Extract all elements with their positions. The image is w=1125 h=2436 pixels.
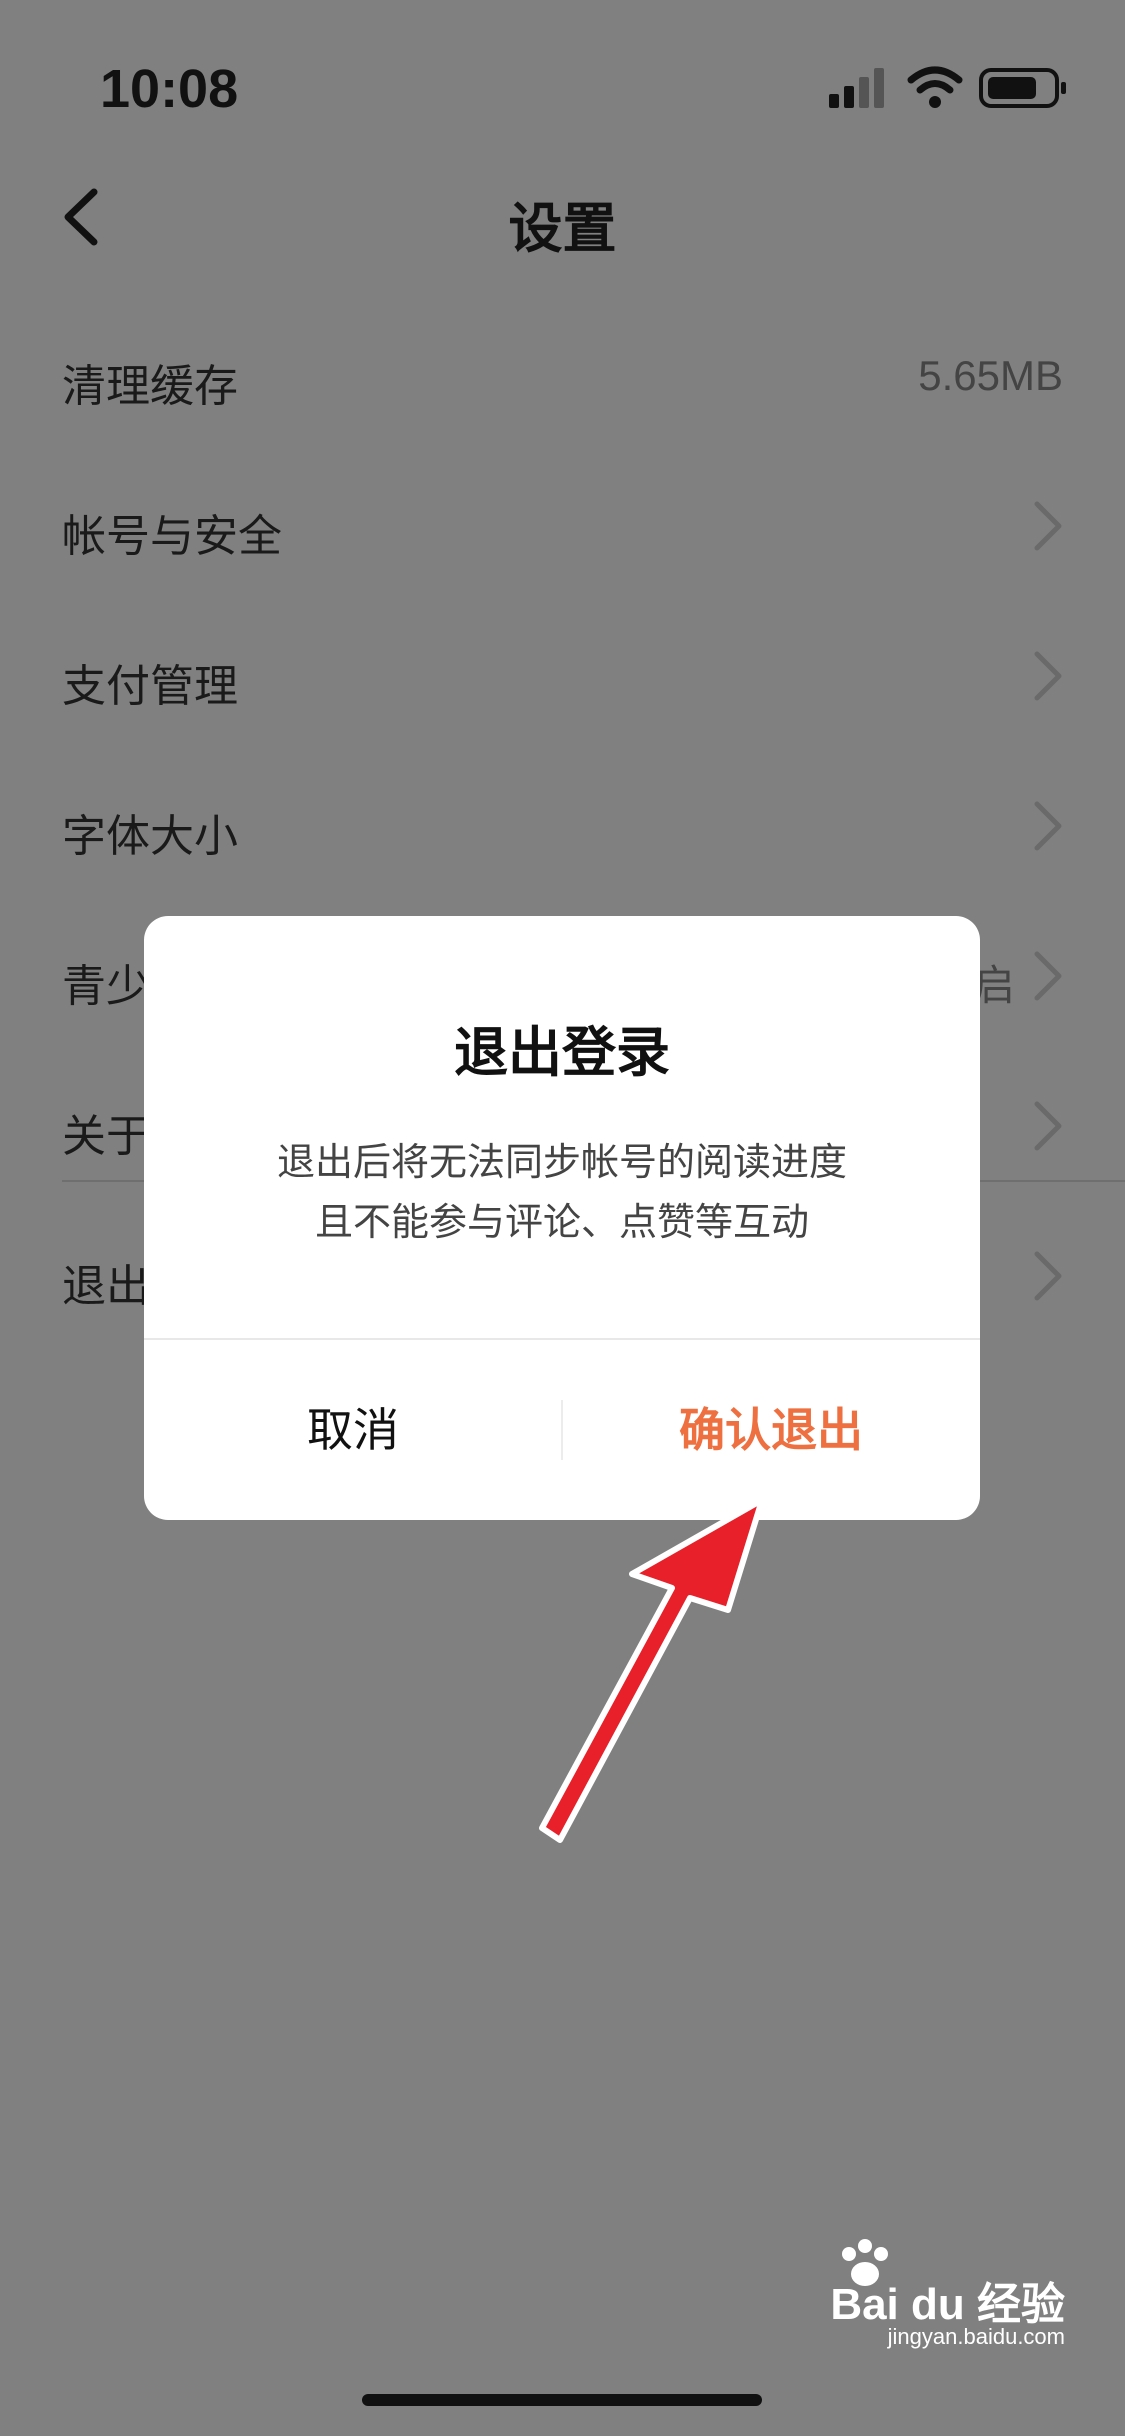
watermark-url: jingyan.baidu.com — [887, 2324, 1065, 2349]
chevron-right-icon — [1034, 951, 1062, 1001]
settings-item-label: 支付管理 — [62, 661, 238, 712]
chevron-right-icon — [1034, 1101, 1062, 1151]
battery-icon — [979, 68, 1066, 108]
wifi-icon — [907, 66, 963, 108]
annotation-arrow-icon — [539, 1497, 765, 1843]
dialog-message-line: 退出后将无法同步帐号的阅读进度 — [276, 1140, 847, 1184]
chevron-right-icon — [1034, 501, 1062, 551]
settings-item-label: 字体大小 — [62, 811, 238, 862]
status-time: 10:08 — [100, 59, 239, 119]
cancel-button[interactable]: 取消 — [144, 1340, 562, 1520]
dialog-title: 退出登录 — [454, 1021, 670, 1084]
chevron-right-icon — [1034, 651, 1062, 701]
watermark-brand: Bai du 经验 — [830, 2280, 1065, 2329]
home-indicator[interactable] — [362, 2394, 762, 2406]
settings-item-clear-cache[interactable]: 清理缓存 5.65MB — [0, 300, 1125, 450]
dialog-message-line: 且不能参与评论、点赞等互动 — [314, 1200, 809, 1244]
settings-item-account-security[interactable]: 帐号与安全 — [0, 450, 1125, 600]
settings-item-label: 帐号与安全 — [62, 511, 282, 562]
settings-item-label: 青少 — [62, 961, 150, 1012]
settings-item-label: 关于 — [62, 1111, 150, 1162]
cache-size-value: 5.65MB — [918, 352, 1063, 399]
settings-item-payment[interactable]: 支付管理 — [0, 600, 1125, 750]
chevron-right-icon — [1034, 1251, 1062, 1301]
nav-bar: 设置 — [0, 160, 1125, 270]
watermark: Bai du 经验 jingyan.baidu.com — [765, 2236, 1065, 2349]
signal-icon — [829, 68, 884, 108]
dialog-message: 退出后将无法同步帐号的阅读进度 且不能参与评论、点赞等互动 — [184, 1132, 940, 1252]
settings-item-font-size[interactable]: 字体大小 — [0, 750, 1125, 900]
status-icons — [829, 66, 1069, 110]
settings-item-label: 退出 — [62, 1261, 150, 1312]
chevron-right-icon — [1034, 801, 1062, 851]
logout-dialog: 退出登录 退出后将无法同步帐号的阅读进度 且不能参与评论、点赞等互动 取消 确认… — [144, 916, 980, 1520]
status-bar: 10:08 — [0, 0, 1125, 150]
page-title: 设置 — [508, 197, 617, 260]
settings-item-label: 清理缓存 — [62, 361, 238, 412]
